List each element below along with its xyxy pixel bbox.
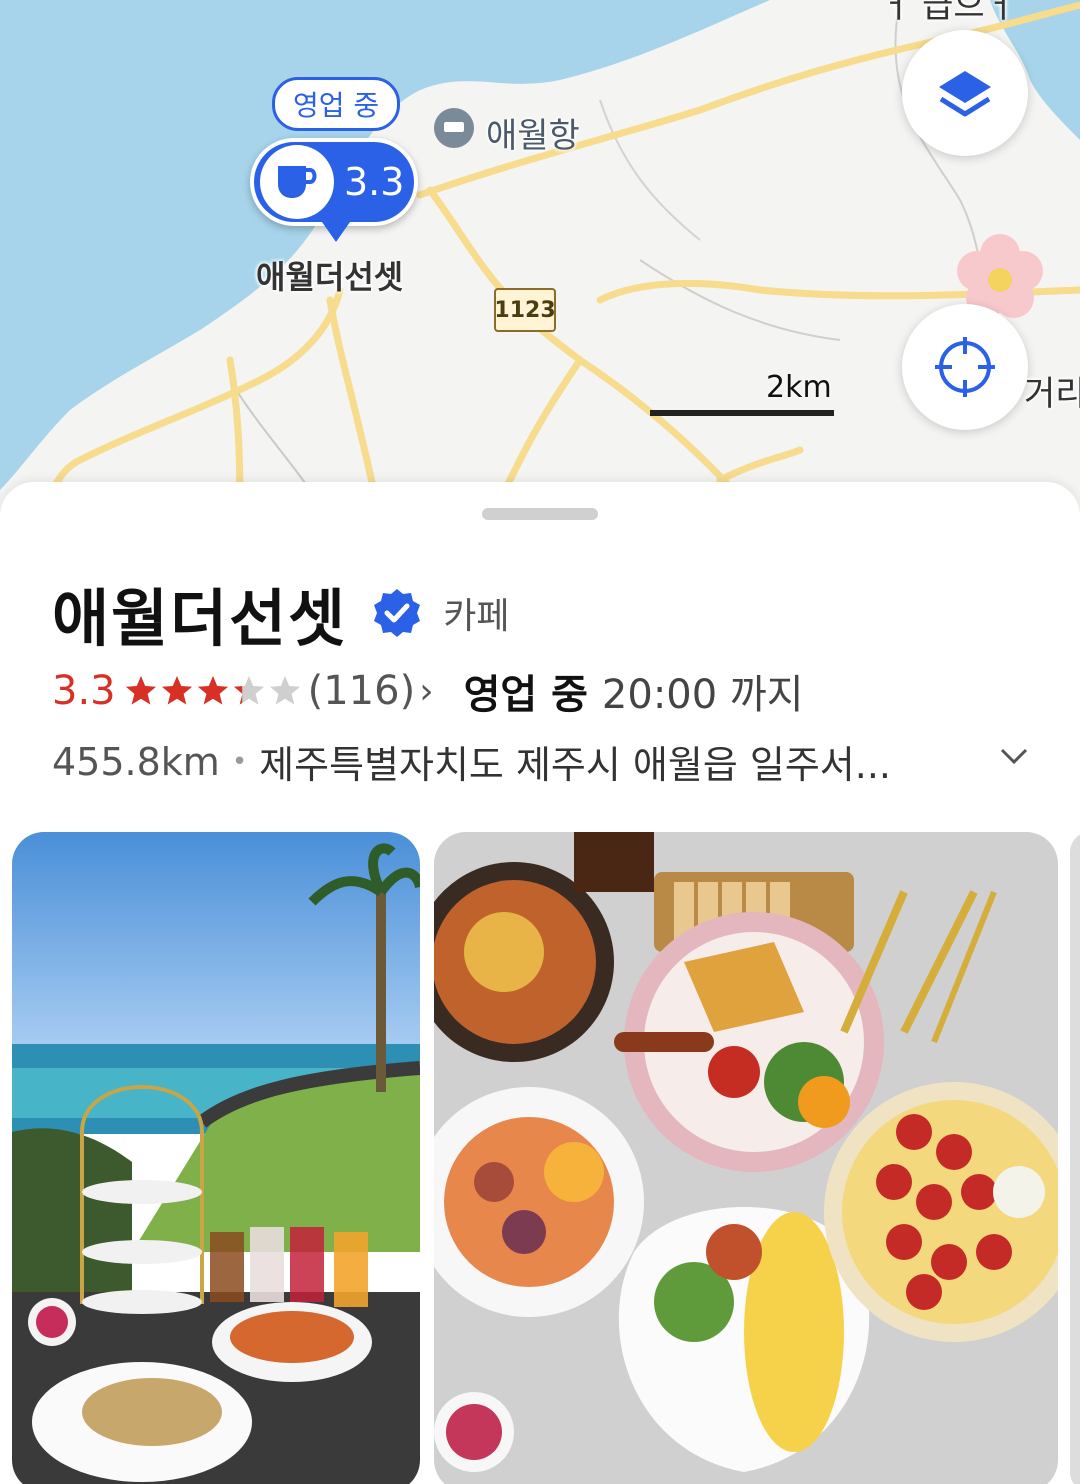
map-label-partial: 거리 xyxy=(1024,374,1080,414)
sheet-drag-handle[interactable] xyxy=(482,508,598,520)
rating-hours-row: 3.3 (116) › 영업 중 20:00 까지 xyxy=(52,662,804,720)
address-text: 제주특별자치도 제주시 애월읍 일주서... xyxy=(259,743,891,787)
place-map-pin[interactable]: 3.3 xyxy=(250,138,418,226)
pin-tail xyxy=(322,222,350,242)
ocean-view-brunch-photo[interactable] xyxy=(12,832,420,1484)
cafe-cup-icon xyxy=(260,145,334,219)
star-icon xyxy=(233,676,264,705)
chevron-right-icon[interactable]: › xyxy=(419,671,433,712)
port-label: 애월항 xyxy=(486,116,580,156)
pin-place-label: 애월더선셋 xyxy=(256,258,404,296)
address-row[interactable]: 455.8km • 제주특별자치도 제주시 애월읍 일주서... xyxy=(52,734,1032,789)
map-scale-label: 2km xyxy=(766,370,832,405)
rating-value: 3.3 xyxy=(52,668,116,714)
pin-status-badge: 영업 중 xyxy=(272,77,401,131)
pin-rating: 3.3 xyxy=(344,160,405,204)
map-view[interactable]: ㅓ 급으ㅓ 애월항 1123 영업 중 3.3 애월더선셋 거리 2km xyxy=(0,0,1080,520)
place-bottom-sheet: 애월더선셋 카페 3.3 (116) › 영업 중 20:00 까지 455.8… xyxy=(0,482,1080,1484)
place-name: 애월더선셋 xyxy=(52,582,348,655)
brunch-spread-photo[interactable] xyxy=(434,832,1058,1484)
map-label-top: ㅓ 급으ㅓ xyxy=(880,0,1016,26)
star-icon xyxy=(269,676,300,705)
crosshair-icon xyxy=(935,337,995,397)
place-title-row: 애월더선셋 카페 xyxy=(52,568,509,658)
my-location-button[interactable] xyxy=(902,304,1028,430)
place-category: 카페 xyxy=(443,596,510,637)
photo-carousel[interactable] xyxy=(12,832,1080,1484)
review-count-link[interactable]: (116) xyxy=(308,668,416,714)
separator-dot: • xyxy=(231,746,248,777)
map-scale-bar xyxy=(650,410,834,416)
road-number-shield: 1123 xyxy=(494,288,556,332)
star-icon xyxy=(161,676,192,705)
distance: 455.8km xyxy=(52,739,220,784)
verified-badge-icon xyxy=(374,589,421,637)
star-rating xyxy=(124,674,304,708)
star-icon xyxy=(197,676,228,705)
star-icon xyxy=(125,676,156,705)
chevron-down-icon[interactable] xyxy=(994,736,1034,776)
open-status: 영업 중 xyxy=(463,672,588,718)
next-photo-peek[interactable] xyxy=(1070,832,1080,1484)
layers-button[interactable] xyxy=(902,30,1028,156)
layers-icon xyxy=(939,71,991,117)
closing-time: 20:00 까지 xyxy=(601,672,804,718)
